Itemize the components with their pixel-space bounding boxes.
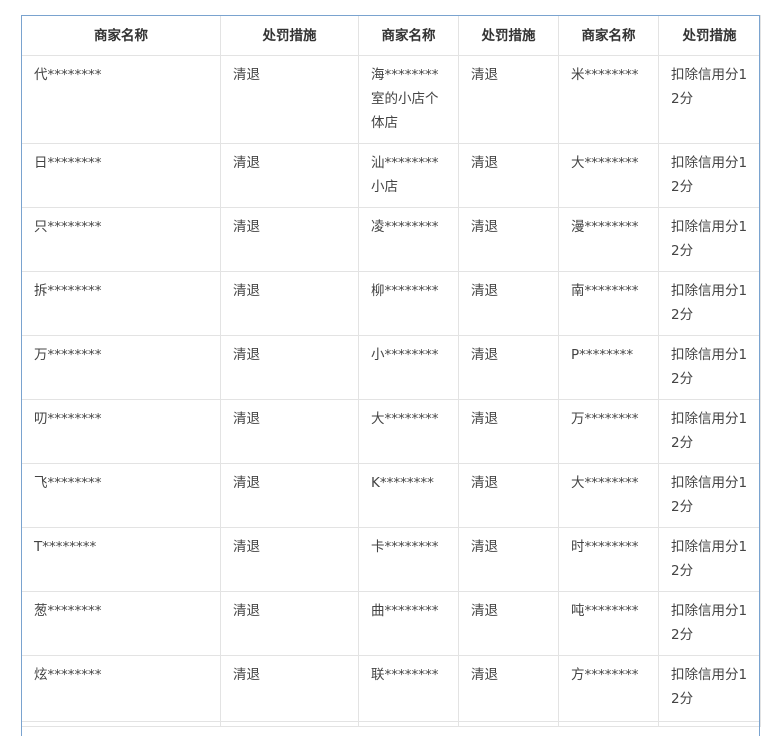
table-row: 叨******** 清退 大******** 清退 万******** 扣除信用… bbox=[21, 399, 761, 464]
penalty-cell: 清退 bbox=[458, 143, 559, 208]
penalty-cell: 扣除信用分12分 bbox=[658, 399, 761, 464]
penalty-cell: 清退 bbox=[220, 463, 359, 528]
penalty-cell: 清退 bbox=[220, 655, 359, 722]
header-penalty-measure: 处罚措施 bbox=[658, 15, 761, 56]
merchant-name-cell: 代******** bbox=[21, 55, 221, 144]
header-penalty-measure: 处罚措施 bbox=[220, 15, 359, 56]
penalty-cell: 扣除信用分12分 bbox=[658, 335, 761, 400]
penalty-cell: 清退 bbox=[220, 271, 359, 336]
merchant-name-cell: T******** bbox=[21, 527, 221, 592]
penalty-cell: 清退 bbox=[220, 207, 359, 272]
merchant-name-cell: 米******** bbox=[558, 55, 659, 144]
merchant-name-cell: 大******** bbox=[358, 399, 459, 464]
merchant-name-cell: 拆******** bbox=[21, 271, 221, 336]
table-row: 炫******** 清退 联******** 清退 方******** 扣除信用… bbox=[21, 655, 761, 722]
merchant-name-cell: K******** bbox=[358, 463, 459, 528]
penalty-cell: 清退 bbox=[220, 399, 359, 464]
penalty-cell: 清退 bbox=[220, 591, 359, 656]
merchant-name-cell: 只******** bbox=[21, 207, 221, 272]
header-penalty-measure: 处罚措施 bbox=[458, 15, 559, 56]
merchant-name-cell: 大******** bbox=[558, 463, 659, 528]
table-row: 飞******** 清退 K******** 清退 大******** 扣除信用… bbox=[21, 463, 761, 528]
penalty-cell: 清退 bbox=[220, 55, 359, 144]
merchant-penalty-table: 商家名称 处罚措施 商家名称 处罚措施 商家名称 处罚措施 代******** … bbox=[21, 15, 761, 727]
table-row: 代******** 清退 海********室的小店个体店 清退 米******… bbox=[21, 55, 761, 144]
penalty-cell: 清退 bbox=[458, 463, 559, 528]
penalty-cell: 清退 bbox=[458, 271, 559, 336]
table-row: 日******** 清退 汕********小店 清退 大******** 扣除… bbox=[21, 143, 761, 208]
header-merchant-name: 商家名称 bbox=[358, 15, 459, 56]
merchant-name-cell: 凌******** bbox=[358, 207, 459, 272]
penalty-cell: 扣除信用分12分 bbox=[658, 655, 761, 722]
table-header-row: 商家名称 处罚措施 商家名称 处罚措施 商家名称 处罚措施 bbox=[21, 15, 761, 56]
penalty-cell: 扣除信用分12分 bbox=[658, 527, 761, 592]
merchant-name-cell: 炫******** bbox=[21, 655, 221, 722]
merchant-name-cell: 曲******** bbox=[358, 591, 459, 656]
penalty-cell: 清退 bbox=[458, 55, 559, 144]
merchant-name-cell: 联******** bbox=[358, 655, 459, 722]
merchant-name-cell: 葱******** bbox=[21, 591, 221, 656]
merchant-name-cell: 卡******** bbox=[358, 527, 459, 592]
merchant-name-cell: 日******** bbox=[21, 143, 221, 208]
merchant-name-cell: 飞******** bbox=[21, 463, 221, 528]
merchant-name-cell: 万******** bbox=[558, 399, 659, 464]
merchant-name-cell: P******** bbox=[558, 335, 659, 400]
penalty-cell: 清退 bbox=[458, 399, 559, 464]
penalty-cell: 清退 bbox=[458, 655, 559, 722]
merchant-name-cell: 吨******** bbox=[558, 591, 659, 656]
penalty-cell: 扣除信用分12分 bbox=[658, 55, 761, 144]
merchant-name-cell: 小******** bbox=[358, 335, 459, 400]
merchant-name-cell: 万******** bbox=[21, 335, 221, 400]
merchant-name-cell: 时******** bbox=[558, 527, 659, 592]
merchant-name-cell: 柳******** bbox=[358, 271, 459, 336]
penalty-cell: 清退 bbox=[458, 207, 559, 272]
penalty-cell: 清退 bbox=[458, 335, 559, 400]
header-merchant-name: 商家名称 bbox=[558, 15, 659, 56]
table-row: 拆******** 清退 柳******** 清退 南******** 扣除信用… bbox=[21, 271, 761, 336]
penalty-cell: 清退 bbox=[220, 335, 359, 400]
penalty-cell: 清退 bbox=[220, 143, 359, 208]
penalty-cell: 扣除信用分12分 bbox=[658, 207, 761, 272]
merchant-name-cell: 大******** bbox=[558, 143, 659, 208]
table-row: T******** 清退 卡******** 清退 时******** 扣除信用… bbox=[21, 527, 761, 592]
penalty-cell: 清退 bbox=[458, 591, 559, 656]
merchant-name-cell: 方******** bbox=[558, 655, 659, 722]
penalty-cell: 清退 bbox=[220, 527, 359, 592]
header-merchant-name: 商家名称 bbox=[21, 15, 221, 56]
merchant-name-cell: 海********室的小店个体店 bbox=[358, 55, 459, 144]
penalty-cell: 清退 bbox=[458, 527, 559, 592]
penalty-cell: 扣除信用分12分 bbox=[658, 463, 761, 528]
penalty-table-container: 商家名称 处罚措施 商家名称 处罚措施 商家名称 处罚措施 代******** … bbox=[21, 15, 761, 727]
penalty-cell: 扣除信用分12分 bbox=[658, 271, 761, 336]
merchant-name-cell: 叨******** bbox=[21, 399, 221, 464]
penalty-cell: 扣除信用分12分 bbox=[658, 143, 761, 208]
table-row: 万******** 清退 小******** 清退 P******** 扣除信用… bbox=[21, 335, 761, 400]
table-row: 只******** 清退 凌******** 清退 漫******** 扣除信用… bbox=[21, 207, 761, 272]
merchant-name-cell: 汕********小店 bbox=[358, 143, 459, 208]
table-row: 葱******** 清退 曲******** 清退 吨******** 扣除信用… bbox=[21, 591, 761, 656]
penalty-cell: 扣除信用分12分 bbox=[658, 591, 761, 656]
merchant-name-cell: 漫******** bbox=[558, 207, 659, 272]
merchant-name-cell: 南******** bbox=[558, 271, 659, 336]
